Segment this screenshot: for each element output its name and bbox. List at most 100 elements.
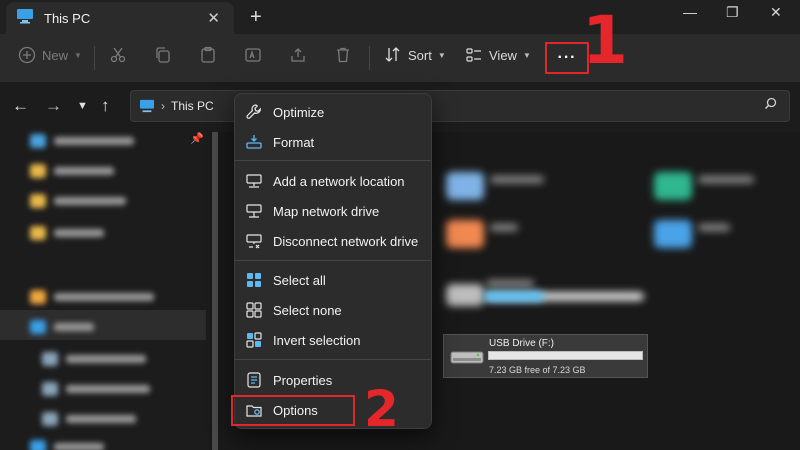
share-icon[interactable]	[289, 46, 307, 64]
menu-item-label: Select all	[273, 272, 326, 288]
menu-item-label: Format	[273, 134, 315, 150]
chevron-down-icon: ▼	[437, 50, 446, 60]
menu-item-properties[interactable]: Properties	[235, 366, 431, 394]
breadcrumb-this-pc[interactable]: This PC	[171, 99, 214, 113]
menu-item-label: Properties	[273, 372, 333, 388]
cut-icon[interactable]	[109, 46, 127, 64]
folder-tile[interactable]	[446, 172, 484, 200]
tab-title: This PC	[44, 10, 91, 26]
list-item[interactable]	[42, 380, 150, 398]
see-more-menu: Optimize Format Add a network location M…	[234, 93, 432, 429]
format-drive-icon	[246, 135, 262, 149]
list-item[interactable]	[30, 132, 134, 150]
pin-icon: 📌	[190, 133, 204, 145]
folder-tile[interactable]	[446, 220, 484, 248]
drive-usage-bar	[488, 351, 643, 360]
drive-free-space: 7.23 GB free of 7.23 GB	[489, 365, 586, 375]
new-tab-button[interactable]: +	[250, 6, 262, 29]
usb-drive-icon	[450, 349, 484, 370]
options-highlight-box	[231, 395, 355, 426]
list-item[interactable]	[30, 438, 104, 450]
map-network-drive-icon	[246, 204, 262, 218]
more-options-icon: ···	[557, 49, 577, 66]
menu-item-disconnect-network-drive[interactable]: Disconnect network drive	[235, 227, 431, 255]
wrench-icon	[246, 104, 261, 119]
menu-item-label: Map network drive	[273, 203, 380, 219]
list-item[interactable]	[30, 288, 154, 306]
sort-button[interactable]: Sort ▼	[384, 46, 446, 64]
forward-arrow-icon[interactable]: →	[45, 96, 62, 116]
list-item[interactable]	[30, 192, 126, 210]
menu-item-map-network-drive[interactable]: Map network drive	[235, 197, 431, 225]
menu-item-optimize[interactable]: Optimize	[235, 98, 431, 126]
command-bar: New ▼ Sort ▼ View ▼ ···	[0, 34, 800, 82]
folder-tile[interactable]	[654, 220, 692, 248]
back-arrow-icon[interactable]: ←	[12, 96, 29, 116]
delete-icon[interactable]	[334, 46, 352, 64]
menu-item-label: Select none	[273, 302, 342, 318]
folder-tile-label	[490, 224, 518, 231]
list-item[interactable]	[30, 224, 104, 242]
up-arrow-icon[interactable]: ↑	[101, 96, 110, 116]
properties-icon	[247, 372, 261, 388]
menu-item-label: Optimize	[273, 104, 325, 120]
paste-icon[interactable]	[199, 46, 217, 64]
toolbar-divider	[94, 46, 95, 70]
menu-item-label: Add a network location	[273, 173, 405, 189]
menu-item-invert-selection[interactable]: Invert selection	[235, 326, 431, 354]
list-item[interactable]	[42, 350, 146, 368]
view-button[interactable]: View ▼	[465, 46, 531, 64]
disconnect-network-drive-icon	[246, 234, 262, 249]
drive-tile[interactable]	[446, 284, 484, 306]
new-button-label: New	[42, 47, 69, 63]
usb-drive-tile[interactable]: USB Drive (F:) 7.23 GB free of 7.23 GB	[443, 334, 648, 378]
step-marker-2: 2	[364, 380, 399, 438]
menu-item-select-none[interactable]: Select none	[235, 296, 431, 324]
copy-icon[interactable]	[154, 46, 172, 64]
view-button-label: View	[489, 47, 517, 63]
recent-locations-chevron-icon[interactable]: ▼	[77, 100, 88, 112]
this-pc-icon	[140, 99, 154, 113]
folder-tile-label	[490, 176, 544, 183]
minimize-button[interactable]: —	[683, 4, 697, 20]
menu-item-format[interactable]: Format	[235, 128, 431, 156]
menu-item-label: Disconnect network drive	[273, 233, 419, 249]
view-icon	[466, 48, 481, 62]
title-bar: This PC ✕ + — ❐ ✕	[0, 0, 800, 34]
search-icon[interactable]	[764, 97, 777, 113]
tab-close-icon[interactable]: ✕	[207, 9, 220, 27]
folder-tile[interactable]	[654, 172, 692, 200]
close-window-button[interactable]: ✕	[770, 4, 782, 21]
new-button[interactable]: New ▼	[18, 46, 82, 64]
invert-selection-icon	[246, 332, 262, 348]
folder-tile-label	[698, 176, 754, 183]
menu-item-label: Invert selection	[273, 332, 361, 348]
list-item[interactable]	[30, 162, 114, 180]
chevron-down-icon: ▼	[522, 50, 531, 60]
chevron-down-icon: ▼	[74, 50, 82, 60]
toolbar-divider	[369, 46, 370, 70]
menu-item-add-network-location[interactable]: Add a network location	[235, 167, 431, 195]
menu-item-select-all[interactable]: Select all	[235, 266, 431, 294]
sort-icon	[385, 47, 400, 62]
navigation-pane	[0, 132, 210, 450]
restore-button[interactable]: ❐	[726, 4, 739, 21]
folder-tile-label	[698, 224, 730, 231]
drive-name: USB Drive (F:)	[489, 338, 554, 349]
drive-tile-label	[486, 280, 534, 287]
this-pc-icon	[16, 8, 34, 29]
address-bar[interactable]: › This PC	[130, 90, 790, 122]
tab-this-pc[interactable]: This PC ✕	[6, 2, 234, 34]
drive-usage-fill	[484, 292, 544, 301]
step-marker-1: 1	[582, 2, 628, 79]
menu-divider	[235, 160, 431, 161]
list-item[interactable]	[42, 410, 136, 428]
add-network-location-icon	[246, 174, 262, 188]
rename-icon[interactable]	[244, 46, 262, 64]
select-none-icon	[246, 302, 262, 318]
select-all-icon	[247, 273, 261, 287]
menu-divider	[235, 260, 431, 261]
menu-divider	[235, 359, 431, 360]
list-item[interactable]	[30, 318, 94, 336]
plus-circle-icon	[18, 46, 36, 64]
